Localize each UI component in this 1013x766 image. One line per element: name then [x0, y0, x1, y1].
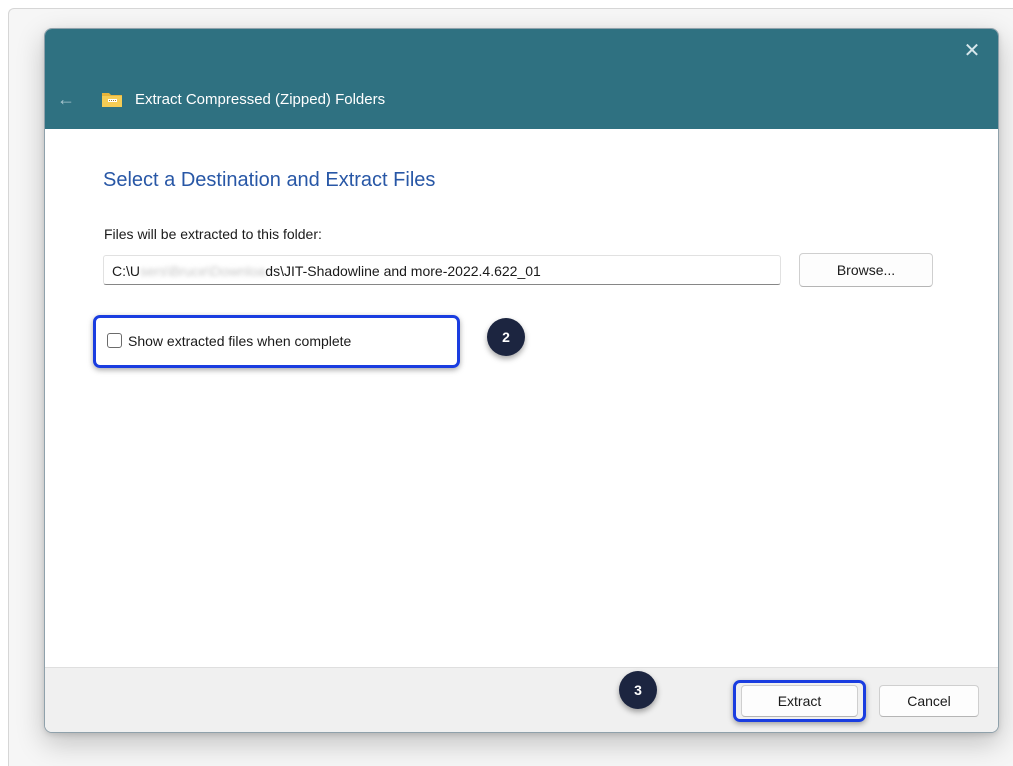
window-title: Extract Compressed (Zipped) Folders — [135, 91, 386, 108]
cancel-button[interactable]: Cancel — [879, 685, 979, 717]
zip-folder-icon — [102, 93, 122, 107]
extract-dialog: ✕ ← Extract Compressed (Zipped) Folders … — [44, 28, 999, 733]
close-icon[interactable]: ✕ — [960, 39, 984, 63]
redacted-path-segment: sers\Bruce\Downloa — [140, 263, 266, 279]
back-arrow-icon[interactable]: ← — [57, 89, 77, 109]
checkbox-highlight — [93, 315, 460, 368]
extract-highlight — [733, 680, 866, 722]
step-3-badge: 3 — [619, 671, 657, 709]
destination-path-value: C:\Users\Bruce\Downloads\JIT-Shadowline … — [112, 263, 541, 279]
destination-path-input[interactable]: C:\Users\Bruce\Downloads\JIT-Shadowline … — [103, 255, 781, 285]
destination-label: Files will be extracted to this folder: — [104, 226, 322, 242]
browse-button[interactable]: Browse... — [799, 253, 933, 287]
page-heading: Select a Destination and Extract Files — [103, 169, 436, 191]
title-bar: ✕ ← Extract Compressed (Zipped) Folders — [45, 29, 998, 129]
step-2-badge: 2 — [487, 318, 525, 356]
